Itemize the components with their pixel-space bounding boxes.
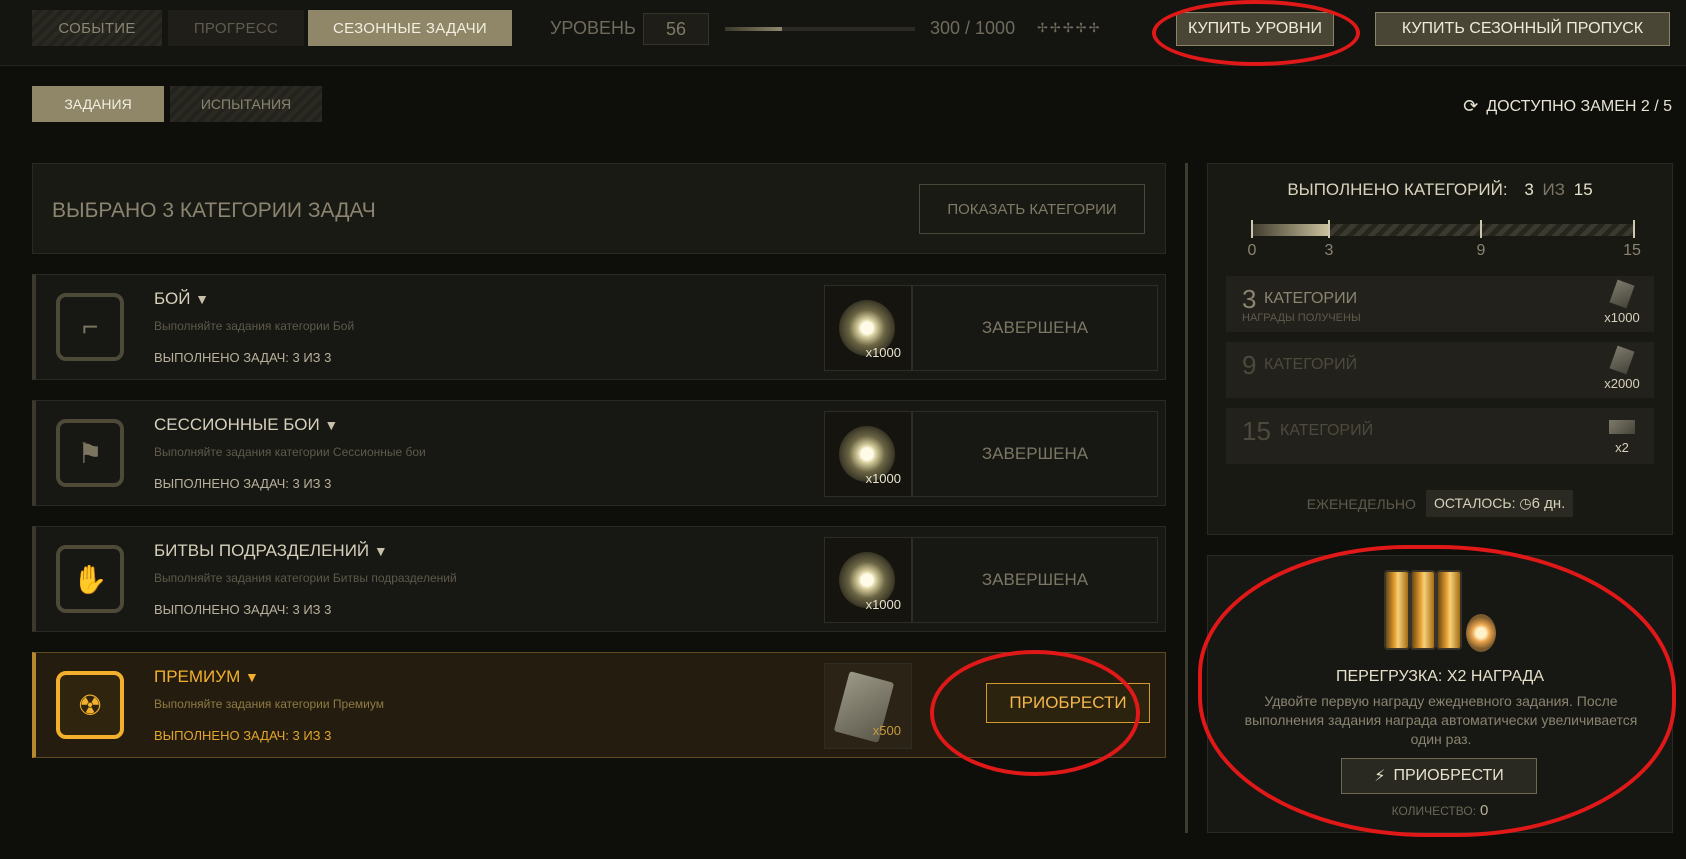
tick-label: 3	[1324, 242, 1334, 259]
milestone-9[interactable]: 9 КАТЕГОРИЙ x2000	[1226, 342, 1654, 398]
milestone-3[interactable]: 3 КАТЕГОРИИ НАГРАДЫ ПОЛУЧЕНЫ x1000	[1226, 276, 1654, 332]
task-category-desc: Выполняйте задания категории Битвы подра…	[154, 571, 457, 585]
replacements-text: ДОСТУПНО ЗАМЕН 2 / 5	[1486, 97, 1672, 115]
lightning-icon: ⚡	[1374, 768, 1386, 785]
category-progress-panel: ВЫПОЛНЕНО КАТЕГОРИЙ: 3 ИЗ 15 0 3 9 15 3 …	[1207, 163, 1673, 535]
xp-text: 300 / 1000	[930, 18, 1016, 38]
reward-qty: x1000	[865, 345, 901, 360]
tick-mark	[1480, 220, 1482, 238]
task-category-name[interactable]: БОЙ ▼	[154, 289, 209, 309]
milestone-15[interactable]: 15 КАТЕГОРИЙ x2	[1226, 408, 1654, 464]
task-category-progress: ВЫПОЛНЕНО ЗАДАЧ: 3 ИЗ 3	[154, 602, 332, 617]
xp-progress-fill	[725, 27, 782, 31]
weekly-timer: ЕЖЕНЕДЕЛЬНО ОСТАЛОСЬ: ◷6 дн.	[1208, 490, 1672, 517]
show-categories-button[interactable]: ПОКАЗАТЬ КАТЕГОРИИ	[919, 184, 1145, 234]
dropdown-arrow-icon[interactable]: ▼	[195, 291, 209, 307]
metal-plate-icon	[1609, 345, 1635, 375]
task-category-progress: ВЫПОЛНЕНО ЗАДАЧ: 3 ИЗ 3	[154, 476, 332, 491]
status-completed: ЗАВЕРШЕНА	[912, 411, 1158, 497]
selected-categories-title: ВЫБРАНО 3 КАТЕГОРИИ ЗАДАЧ	[52, 199, 376, 222]
boost-description: Удвойте первую награду ежедневного задан…	[1244, 693, 1638, 747]
task-row-combat: ⌐ БОЙ ▼ Выполняйте задания категории Бой…	[32, 274, 1166, 380]
dropdown-arrow-icon[interactable]: ▼	[324, 417, 338, 433]
subtab-trials[interactable]: ИСПЫТАНИЯ	[170, 86, 322, 122]
status-completed: ЗАВЕРШЕНА	[912, 537, 1158, 623]
task-category-progress: ВЫПОЛНЕНО ЗАДАЧ: 3 ИЗ 3	[154, 350, 332, 365]
milestone-reward: x2000	[1600, 345, 1644, 391]
tick-label: 15	[1623, 242, 1641, 259]
time-remaining: ОСТАЛОСЬ: ◷6 дн.	[1425, 490, 1574, 517]
refresh-icon: ⟳	[1463, 96, 1479, 116]
tick-mark	[1328, 220, 1330, 238]
task-category-progress: ВЫПОЛНЕНО ЗАДАЧ: 3 ИЗ 3	[154, 728, 332, 743]
status-completed: ЗАВЕРШЕНА	[912, 285, 1158, 371]
boost-canister-icon	[1384, 570, 1496, 654]
tick-label: 9	[1476, 242, 1486, 259]
level-stars-icon: ✢✢✢✢✢	[1037, 20, 1102, 35]
top-bar: СОБЫТИЕ ПРОГРЕСС СЕЗОННЫЕ ЗАДАЧИ УРОВЕНЬ…	[0, 0, 1686, 66]
dropdown-arrow-icon[interactable]: ▼	[245, 669, 259, 685]
reward-qty: x500	[872, 723, 901, 738]
pistols-icon: ⌐	[56, 293, 124, 361]
radiation-icon: ☢	[56, 671, 124, 739]
tab-season-tasks[interactable]: СЕЗОННЫЕ ЗАДАЧИ	[308, 10, 512, 46]
buy-levels-button[interactable]: КУПИТЬ УРОВНИ	[1176, 12, 1334, 46]
task-row-session-battles: ⚑ СЕССИОННЫЕ БОИ ▼ Выполняйте задания ка…	[32, 400, 1166, 506]
level-value: 56	[643, 13, 709, 45]
task-category-name[interactable]: СЕССИОННЫЕ БОИ ▼	[154, 415, 338, 435]
boost-panel: ПЕРЕГРУЗКА: X2 НАГРАДА Удвойте первую на…	[1207, 555, 1673, 833]
level-label: УРОВЕНЬ	[550, 18, 636, 38]
task-category-name[interactable]: БИТВЫ ПОДРАЗДЕЛЕНИЙ ▼	[154, 541, 388, 561]
task-category-name[interactable]: ПРЕМИУМ ▼	[154, 667, 259, 687]
tick-label: 0	[1247, 242, 1257, 259]
clock-icon: ◷	[1519, 495, 1532, 511]
buy-season-pass-button[interactable]: КУПИТЬ СЕЗОННЫЙ ПРОПУСК	[1375, 12, 1670, 46]
reward-slot[interactable]: x1000	[824, 285, 912, 371]
tick-mark	[1251, 220, 1253, 238]
squad-icon: ✋	[56, 545, 124, 613]
task-row-premium: ☢ ПРЕМИУМ ▼ Выполняйте задания категории…	[32, 652, 1166, 758]
boost-count: КОЛИЧЕСТВО: 0	[1391, 802, 1489, 819]
tab-event[interactable]: СОБЫТИЕ	[32, 10, 162, 46]
panel-divider	[1185, 163, 1188, 833]
reward-qty: x1000	[865, 597, 901, 612]
categories-done-header: ВЫПОЛНЕНО КАТЕГОРИЙ: 3 ИЗ 15	[1287, 180, 1593, 199]
categories-progress-fill	[1252, 224, 1329, 236]
task-category-desc: Выполняйте задания категории Сессионные …	[154, 445, 426, 459]
milestone-reward: x2	[1600, 414, 1644, 455]
selected-categories-panel: ВЫБРАНО 3 КАТЕГОРИИ ЗАДАЧ ПОКАЗАТЬ КАТЕГ…	[32, 163, 1166, 254]
reward-slot[interactable]: x1000	[824, 411, 912, 497]
ammo-box-icon	[1609, 420, 1635, 434]
reward-slot[interactable]: x500	[824, 663, 912, 749]
task-category-desc: Выполняйте задания категории Премиум	[154, 697, 384, 711]
task-row-squad-battles: ✋ БИТВЫ ПОДРАЗДЕЛЕНИЙ ▼ Выполняйте задан…	[32, 526, 1166, 632]
categories-progress-bar	[1252, 224, 1634, 236]
reward-qty: x1000	[865, 471, 901, 486]
milestone-reward: x1000	[1600, 279, 1644, 325]
task-category-desc: Выполняйте задания категории Бой	[154, 319, 355, 333]
tab-progress[interactable]: ПРОГРЕСС	[168, 10, 304, 46]
reward-slot[interactable]: x1000	[824, 537, 912, 623]
flag-icon: ⚑	[56, 419, 124, 487]
buy-premium-button[interactable]: ПРИОБРЕСТИ	[986, 683, 1150, 723]
metal-plate-icon	[1609, 279, 1635, 309]
tick-mark	[1633, 220, 1635, 238]
xp-progress-bar	[725, 27, 915, 31]
dropdown-arrow-icon[interactable]: ▼	[374, 543, 388, 559]
subtab-tasks[interactable]: ЗАДАНИЯ	[32, 86, 164, 122]
replacements-available[interactable]: ⟳ ДОСТУПНО ЗАМЕН 2 / 5	[1463, 96, 1672, 117]
buy-boost-button[interactable]: ⚡ ПРИОБРЕСТИ	[1341, 758, 1537, 794]
boost-title: ПЕРЕГРУЗКА: X2 НАГРАДА	[1335, 668, 1545, 685]
